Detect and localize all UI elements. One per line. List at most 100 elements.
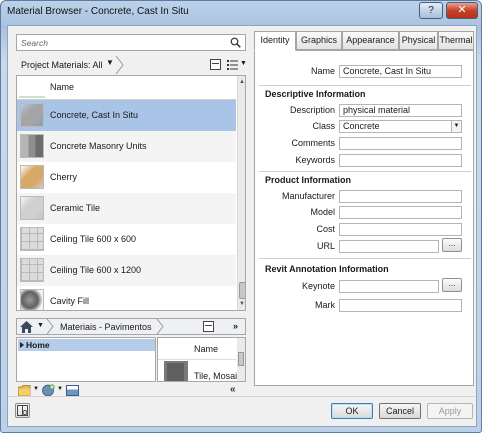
material-list-item[interactable]: Ceiling Tile 600 x 600 [17,224,236,255]
toggle-view-icon[interactable] [203,321,214,332]
title-bar[interactable]: Material Browser - Concrete, Cast In Sit… [1,1,481,23]
tab-physical[interactable]: Physical [399,31,438,50]
material-list-header[interactable]: Name [17,76,236,100]
class-label: Class [312,121,335,131]
home-icon[interactable] [20,321,33,333]
view-options-caret-icon[interactable]: ▼ [240,60,247,67]
section-divider [259,85,471,86]
collapse-library-icon[interactable]: « [230,384,236,395]
toggle-view-icon[interactable] [210,59,221,70]
tab-identity[interactable]: Identity [254,31,296,51]
search-placeholder: Search [21,38,48,48]
material-name: Concrete Masonry Units [50,141,147,151]
material-list-item[interactable]: Concrete, Cast In Situ [17,100,236,131]
model-label: Model [310,207,335,217]
material-name: Ceramic Tile [50,203,101,213]
mark-label: Mark [315,300,335,310]
description-label: Description [289,105,335,115]
comments-field[interactable] [339,137,462,150]
name-field[interactable]: Concrete, Cast In Situ [339,65,462,78]
tab-thermal[interactable]: Thermal [438,31,474,50]
material-browser-left-pane: Search Project Materials: All ▼ ▼ Name C… [14,32,247,397]
scroll-up-icon[interactable]: ▲ [239,79,245,85]
chevron-down-icon[interactable]: ▼ [37,322,44,329]
toggle-editor-icon[interactable] [15,403,30,418]
chevron-down-icon[interactable]: ▼ [57,386,63,392]
url-browse-button[interactable]: ... [442,238,462,252]
material-thumbnail [20,258,44,282]
scrollbar-thumb[interactable] [239,282,245,299]
material-list-item[interactable]: Cherry [17,162,236,193]
apply-button[interactable]: Apply [427,403,473,419]
breadcrumb-arrow-icon [156,319,164,334]
project-materials-filter[interactable]: Project Materials: All [21,60,103,70]
search-icon[interactable] [230,37,241,48]
chevron-down-icon[interactable]: ▼ [106,58,114,67]
expand-arrow-icon[interactable] [20,342,24,348]
material-thumbnail [20,227,44,251]
tab-appearance[interactable]: Appearance [342,31,399,50]
section-divider [259,171,471,172]
help-button[interactable]: ? [419,2,443,19]
chevron-down-icon[interactable]: ▼ [451,121,461,132]
open-library-folder-icon[interactable] [18,385,31,396]
section-divider [259,258,471,259]
project-materials-bar: Project Materials: All ▼ ▼ [14,56,247,74]
comments-label: Comments [291,138,335,148]
library-tree: Home [16,337,156,382]
library-list-header[interactable]: Name [158,338,236,360]
close-button[interactable]: ✕ [446,2,478,19]
mark-field[interactable] [339,299,462,312]
descriptive-information-heading: Descriptive Information [265,89,366,99]
material-thumbnail [20,134,44,158]
material-list-item[interactable]: Cavity Fill [17,286,236,310]
keynote-field[interactable] [339,280,439,293]
material-name: Ceiling Tile 600 x 600 [50,234,137,244]
thumbnail-column-marker [19,96,45,98]
ok-button[interactable]: OK [331,403,373,419]
material-browser-window: Material Browser - Concrete, Cast In Sit… [0,0,482,433]
library-list-scrollbar[interactable] [237,338,245,381]
more-options-icon[interactable]: » [233,321,238,331]
material-thumbnail [20,165,44,189]
material-list-item[interactable]: Ceramic Tile [17,193,236,224]
material-thumbnail [164,361,188,381]
class-select-value: Concrete [343,121,380,131]
material-thumbnail [20,103,44,127]
library-breadcrumb[interactable]: Materiais - Pavimentos [60,322,152,332]
scrollbar-thumb[interactable] [238,352,244,366]
breadcrumb-arrow-icon [46,319,54,334]
url-field[interactable] [339,240,439,253]
name-column-header[interactable]: Name [194,344,218,354]
asset-browser-icon[interactable] [66,385,79,396]
library-material-list: Name Tile, Mosaic, [157,337,246,382]
list-view-icon[interactable] [227,59,238,71]
cancel-button[interactable]: Cancel [379,403,421,419]
dialog-client-area: Search Project Materials: All ▼ ▼ Name C… [7,25,477,427]
panels-icon [17,405,28,416]
description-field[interactable]: physical material [339,104,462,117]
scroll-down-icon[interactable]: ▼ [239,301,245,307]
material-list-item[interactable]: Concrete Masonry Units [17,131,236,162]
cost-label: Cost [316,224,335,234]
breadcrumb-arrow-icon [115,56,124,74]
chevron-down-icon[interactable]: ▼ [33,386,39,392]
keynote-browse-button[interactable]: ... [442,278,462,292]
keynote-label: Keynote [301,281,335,291]
tree-item-home[interactable]: Home [18,339,155,351]
cost-field[interactable] [339,223,462,236]
class-select[interactable]: Concrete ▼ [339,120,462,133]
model-field[interactable] [339,206,462,219]
manufacturer-field[interactable] [339,190,462,203]
revit-annotation-heading: Revit Annotation Information [265,264,389,274]
material-list-item[interactable]: Ceiling Tile 600 x 1200 [17,255,236,286]
identity-panel: Name Concrete, Cast In Situ Descriptive … [254,50,474,386]
tab-graphics[interactable]: Graphics [296,31,342,50]
search-input[interactable]: Search [16,34,246,51]
name-column-header[interactable]: Name [50,82,74,92]
material-thumbnail [20,289,44,310]
name-label: Name [310,66,335,76]
material-list-scrollbar[interactable]: ▲ ▼ [237,76,245,310]
manufacturer-label: Manufacturer [281,191,335,201]
keywords-field[interactable] [339,154,462,167]
